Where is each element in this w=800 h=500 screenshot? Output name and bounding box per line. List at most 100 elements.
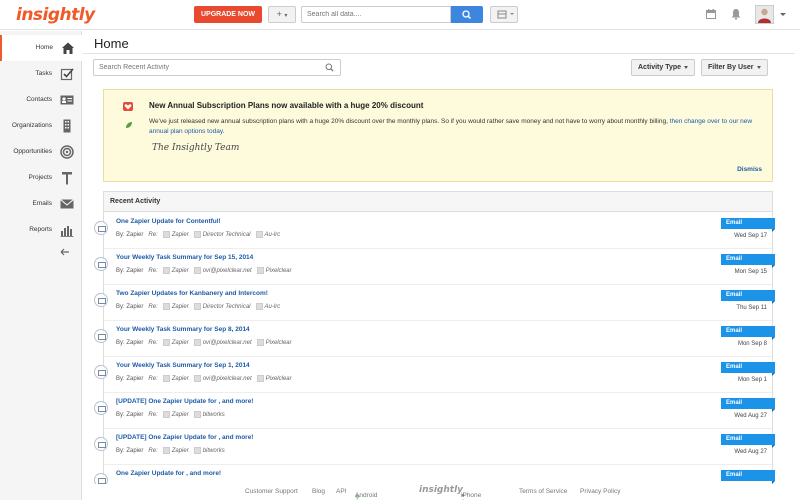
activity-contact[interactable]: Zapier [172, 412, 189, 418]
sidebar-item-organizations[interactable]: Organizations [0, 113, 82, 139]
sidebar-item-contacts[interactable]: Contacts [0, 87, 82, 113]
activity-author: By: Zapier [116, 232, 144, 239]
activity-contact[interactable]: ovi@pixelclear.net [203, 340, 252, 346]
chevron-down-icon: ▾ [284, 13, 288, 19]
collapse-sidebar-arrow-icon[interactable] [60, 248, 70, 256]
announcement-body: We've just released new annual subscript… [149, 118, 753, 135]
search-icon[interactable] [325, 63, 334, 72]
privacy-policy-link[interactable]: Privacy Policy [580, 488, 620, 495]
activity-row: One Zapier Update for Contentful! By: Zap… [94, 213, 775, 249]
activity-date: Mon Sep 1 [737, 377, 767, 383]
activity-title-link[interactable]: [UPDATE] One Zapier Update for , and mor… [116, 434, 253, 441]
activity-author: By: Zapier [116, 340, 144, 347]
footer: Customer Support Blog API ◆ Android App … [83, 484, 800, 500]
activity-title-link[interactable]: One Zapier Update for Contentful! [116, 218, 221, 225]
sidebar-item-label: Emails [32, 200, 52, 207]
activity-contact[interactable]: Zapier [172, 376, 189, 382]
sidebar-item-opportunities[interactable]: Opportunities [0, 139, 82, 165]
activity-organization[interactable]: Pixelclear [266, 268, 292, 274]
activity-search-input[interactable] [93, 59, 341, 76]
activity-meta: By: Zapier Re: Zapier Director Technical Au… [116, 231, 280, 238]
activity-contact[interactable]: Zapier [172, 268, 189, 274]
activity-re-label: Re: [148, 412, 158, 419]
activity-contact[interactable]: bitworks [203, 412, 225, 418]
contact-icon [162, 267, 170, 274]
sidebar-item-label: Contacts [26, 96, 52, 103]
activity-title-link[interactable]: Your Weekly Task Summary for Sep 8, 2014 [116, 326, 250, 333]
organization-icon [255, 303, 263, 310]
activity-author: By: Zapier [116, 412, 144, 419]
activity-contact[interactable]: Zapier [172, 340, 189, 346]
search-button[interactable] [451, 6, 483, 23]
view-menu-button[interactable] [490, 6, 518, 23]
activity-meta: By: Zapier Re: Zapier bitworks [116, 447, 225, 454]
api-link[interactable]: API [336, 488, 346, 495]
activity-re-label: Re: [148, 448, 158, 455]
activity-organization[interactable]: Pixelclear [266, 340, 292, 346]
opportunities-icon [60, 145, 74, 159]
activity-type-badge: Email [721, 362, 775, 376]
divider [83, 53, 795, 54]
email-icon [94, 365, 108, 379]
customer-support-link[interactable]: Customer Support [245, 488, 298, 495]
activity-contact[interactable]: ovi@pixelclear.net [203, 268, 252, 274]
organization-icon [255, 231, 263, 238]
chevron-down-icon[interactable] [780, 13, 786, 16]
activity-author: By: Zapier [116, 268, 144, 275]
announcement-panel: New Annual Subscription Plans now availa… [103, 89, 773, 182]
contact-icon [193, 267, 201, 274]
heart-icon [123, 102, 133, 111]
activity-contact[interactable]: bitworks [203, 448, 225, 454]
sidebar-item-tasks[interactable]: Tasks [0, 61, 82, 87]
grid-view-icon [497, 10, 514, 19]
sidebar-item-reports[interactable]: Reports [0, 217, 82, 243]
tasks-icon [60, 68, 74, 81]
activity-contact[interactable]: Director Technical [203, 232, 251, 238]
email-icon [94, 401, 108, 415]
activity-contact[interactable]: ovi@pixelclear.net [203, 376, 252, 382]
activity-date: Thu Sep 11 [736, 305, 767, 311]
contact-icon [162, 303, 170, 310]
activity-type-badge: Email [721, 218, 775, 232]
announcement-signature: The Insightly Team [152, 143, 240, 153]
activity-title-link[interactable]: [UPDATE] One Zapier Update for , and mor… [116, 398, 253, 405]
notifications-bell-icon[interactable] [730, 8, 742, 20]
sidebar-item-label: Reports [29, 226, 52, 233]
activity-contact[interactable]: Zapier [172, 232, 189, 238]
blog-link[interactable]: Blog [312, 488, 325, 495]
activity-organization[interactable]: Pixelclear [266, 376, 292, 382]
global-search-input[interactable] [301, 6, 451, 23]
sidebar-item-emails[interactable]: Emails [0, 191, 82, 217]
sidebar-item-projects[interactable]: Projects [0, 165, 82, 191]
quick-add-button[interactable]: + ▾ [268, 6, 296, 23]
activity-title-link[interactable]: Your Weekly Task Summary for Sep 15, 201… [116, 254, 253, 261]
filter-by-user-dropdown[interactable]: Filter By User [701, 59, 768, 76]
activity-date: Wed Aug 27 [734, 449, 767, 455]
user-avatar[interactable] [755, 5, 774, 24]
sidebar-item-home[interactable]: Home [0, 35, 83, 61]
activity-type-badge: Email [721, 290, 775, 304]
activity-title-link[interactable]: One Zapier Update for , and more! [116, 470, 221, 477]
upgrade-now-button[interactable]: UPGRADE NOW [194, 6, 262, 23]
chevron-down-icon [684, 65, 689, 69]
dismiss-link[interactable]: Dismiss [737, 166, 762, 173]
activity-contact[interactable]: Director Technical [203, 304, 251, 310]
recent-activity-heading: Recent Activity [104, 192, 772, 212]
sidebar-item-label: Projects [28, 174, 52, 181]
calendar-icon[interactable] [705, 8, 717, 20]
activity-title-link[interactable]: Two Zapier Updates for Kanbanery and Int… [116, 290, 268, 297]
reports-icon [60, 226, 74, 237]
activity-type-dropdown[interactable]: Activity Type [631, 59, 696, 76]
insightly-logo[interactable]: insightly [16, 5, 95, 25]
activity-re-label: Re: [148, 232, 158, 239]
activity-author: By: Zapier [116, 304, 144, 311]
activity-organization[interactable]: Au-lrc [265, 304, 281, 310]
activity-meta: By: Zapier Re: Zapier ovi@pixelclear.net Pi… [116, 339, 292, 346]
activity-organization[interactable]: Au-lrc [265, 232, 281, 238]
activity-row: [UPDATE] One Zapier Update for , and mor… [94, 393, 775, 429]
search-icon [462, 10, 471, 19]
activity-contact[interactable]: Zapier [172, 304, 189, 310]
activity-title-link[interactable]: Your Weekly Task Summary for Sep 1, 2014 [116, 362, 250, 369]
terms-of-service-link[interactable]: Terms of Service [519, 488, 567, 495]
activity-contact[interactable]: Zapier [172, 448, 189, 454]
